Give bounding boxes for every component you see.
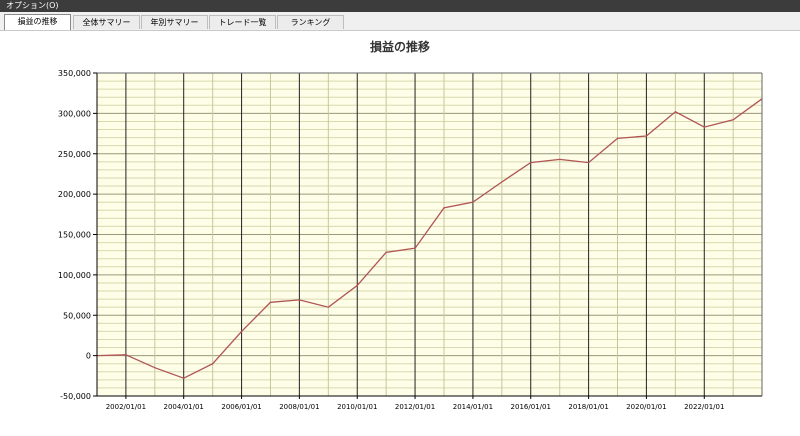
data-point <box>443 207 445 209</box>
menu-bar: オプション(O) <box>0 0 800 12</box>
x-tick-label: 2020/01/01 <box>626 403 666 411</box>
tab-yearly-summary[interactable]: 年別サマリー <box>141 15 208 29</box>
x-tick-label: 2004/01/01 <box>164 403 204 411</box>
data-point <box>674 111 676 113</box>
data-point <box>559 158 561 161</box>
y-tick-label: 150,000 <box>58 231 91 240</box>
data-point <box>298 299 300 301</box>
tab-overall-summary[interactable]: 全体サマリー <box>73 15 140 29</box>
data-point <box>385 251 387 253</box>
x-tick-label: 2008/01/01 <box>279 403 319 411</box>
x-tick-label: 2018/01/01 <box>568 403 608 411</box>
y-tick-label: 300,000 <box>58 109 91 118</box>
data-point <box>501 181 503 183</box>
data-point <box>588 162 590 164</box>
y-tick-label: -50,000 <box>60 392 91 401</box>
data-point <box>472 201 474 203</box>
x-tick-label: 2010/01/01 <box>337 403 377 411</box>
x-tick-label: 2006/01/01 <box>221 403 261 411</box>
data-point <box>154 367 156 369</box>
data-point <box>269 301 272 303</box>
tab-trade-list[interactable]: トレード一覧 <box>209 15 276 29</box>
y-tick-label: 0 <box>86 352 91 361</box>
tab-strip: 損益の推移 全体サマリー 年別サマリー トレード一覧 ランキング <box>0 12 800 31</box>
x-tick-label: 2022/01/01 <box>684 403 724 411</box>
data-point <box>732 119 734 121</box>
data-point <box>212 363 214 365</box>
tab-profit-trend[interactable]: 損益の推移 <box>4 14 71 30</box>
chart-panel: 損益の推移 -50,000 0 50,000 100,000 150,000 200,00… <box>0 31 800 436</box>
y-tick-label: 250,000 <box>58 150 91 159</box>
data-point <box>530 162 532 164</box>
data-point <box>125 354 127 356</box>
y-tick-label: 350,000 <box>58 69 91 78</box>
y-tick-label: 50,000 <box>63 311 91 320</box>
menu-options[interactable]: オプション(O) <box>6 0 59 12</box>
profit-chart: 損益の推移 -50,000 0 50,000 100,000 150,000 200,00… <box>58 39 763 411</box>
x-tick-label: 2002/01/01 <box>106 403 146 411</box>
data-point <box>616 137 619 140</box>
data-point <box>327 306 329 308</box>
data-point <box>240 330 243 332</box>
data-point <box>183 377 185 379</box>
x-tick-label: 2012/01/01 <box>395 403 435 411</box>
data-point <box>356 284 358 286</box>
y-tick-label: 200,000 <box>58 190 91 199</box>
y-tick-label: 100,000 <box>58 271 91 280</box>
data-point <box>414 247 416 249</box>
data-point <box>703 126 705 128</box>
chart-title: 損益の推移 <box>370 39 430 54</box>
x-tick-label: 2016/01/01 <box>511 403 551 411</box>
tab-ranking[interactable]: ランキング <box>277 15 344 29</box>
data-point <box>645 135 648 137</box>
x-tick-label: 2014/01/01 <box>453 403 493 411</box>
